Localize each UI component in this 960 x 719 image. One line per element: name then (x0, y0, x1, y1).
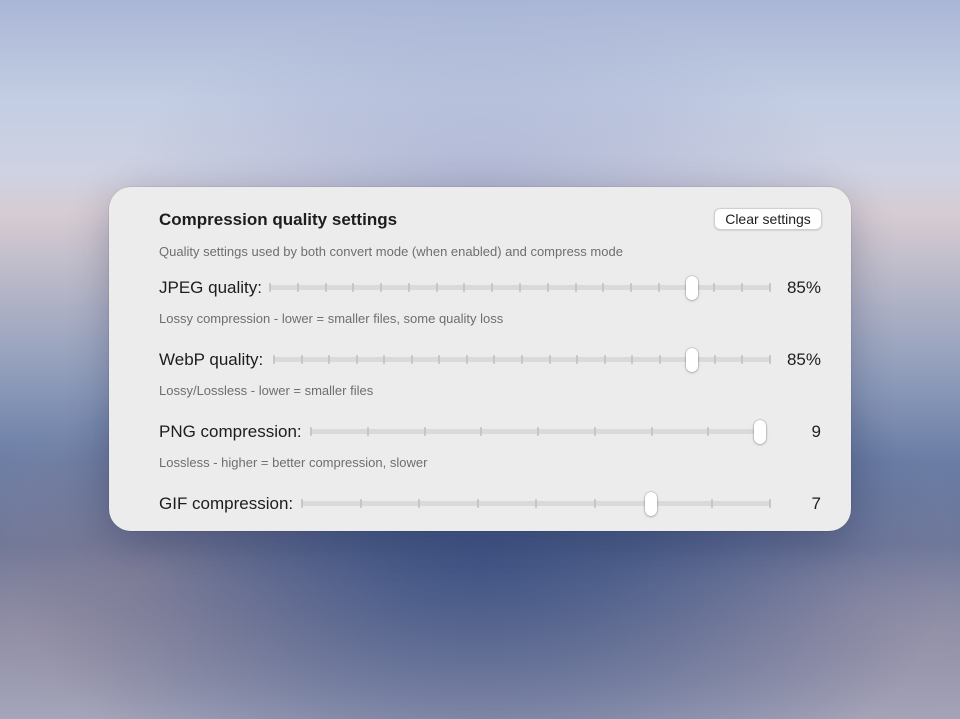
slider-thumb[interactable] (685, 276, 698, 300)
slider-tick (707, 427, 710, 436)
png-compression-hint: Lossless - higher = better compression, … (159, 455, 428, 470)
slider-thumb[interactable] (686, 348, 699, 372)
slider-tick (593, 427, 596, 436)
slider-tick (355, 355, 358, 364)
slider-tick (710, 499, 713, 508)
jpeg-quality-slider[interactable] (269, 276, 771, 300)
slider-tick (383, 355, 386, 364)
webp-quality-label: WebP quality: (159, 350, 264, 369)
compression-settings-panel: Compression quality settings Clear setti… (109, 187, 851, 531)
jpeg-quality-label: JPEG quality: (159, 278, 262, 297)
slider-tick (658, 355, 661, 364)
slider-tick (546, 283, 549, 292)
slider-tick (301, 499, 303, 508)
webp-quality-row: WebP quality: 85% (159, 348, 821, 372)
slider-tick (324, 283, 327, 292)
png-compression-label: PNG compression: (159, 422, 302, 441)
slider-tick (741, 283, 744, 292)
png-compression-slider[interactable] (310, 420, 766, 444)
webp-quality-hint: Lossy/Lossless - lower = smaller files (159, 383, 374, 398)
slider-tick (380, 283, 383, 292)
slider-tick (407, 283, 410, 292)
slider-tick (769, 499, 771, 508)
panel-description: Quality settings used by both convert mo… (159, 244, 623, 259)
slider-tick (548, 355, 551, 364)
gif-compression-slider[interactable] (301, 492, 771, 516)
slider-tick (476, 499, 479, 508)
slider-tick (521, 355, 523, 364)
slider-tick (535, 499, 537, 508)
slider-tick (423, 427, 426, 436)
slider-tick (310, 427, 312, 436)
slider-tick (366, 427, 369, 436)
slider-tick (418, 499, 420, 508)
jpeg-quality-row: JPEG quality: 85% (159, 276, 821, 300)
slider-tick (713, 355, 716, 364)
gif-compression-row: GIF compression: 7 (159, 492, 821, 516)
jpeg-quality-value: 85% (786, 278, 821, 297)
slider-tick (769, 355, 771, 364)
slider-tick (273, 355, 275, 364)
slider-tick (359, 499, 362, 508)
slider-tick (435, 283, 438, 292)
jpeg-quality-hint: Lossy compression - lower = smaller file… (159, 311, 504, 326)
slider-tick (269, 283, 271, 292)
slider-tick (537, 427, 539, 436)
slider-tick (769, 283, 771, 292)
clear-settings-button[interactable]: Clear settings (714, 208, 822, 230)
slider-tick (465, 355, 468, 364)
slider-tick (296, 283, 299, 292)
slider-tick (300, 355, 303, 364)
slider-tick (491, 283, 494, 292)
gif-compression-value: 7 (811, 494, 821, 513)
png-compression-row: PNG compression: 9 (159, 420, 821, 444)
slider-tick (630, 283, 633, 292)
slider-tick (593, 499, 596, 508)
slider-tick (631, 355, 634, 364)
png-compression-value: 9 (811, 422, 821, 441)
webp-quality-value: 85% (786, 350, 821, 369)
slider-tick (574, 283, 577, 292)
slider-tick (603, 355, 606, 364)
slider-tick (519, 283, 521, 292)
slider-tick (576, 355, 579, 364)
panel-title: Compression quality settings (159, 210, 398, 229)
slider-thumb[interactable] (644, 492, 657, 516)
slider-tick (328, 355, 331, 364)
slider-tick (410, 355, 413, 364)
gif-compression-label: GIF compression: (159, 494, 294, 513)
webp-quality-slider[interactable] (273, 348, 771, 372)
slider-tick (650, 427, 653, 436)
slider-tick (480, 427, 483, 436)
slider-tick (657, 283, 660, 292)
slider-thumb[interactable] (754, 420, 766, 444)
